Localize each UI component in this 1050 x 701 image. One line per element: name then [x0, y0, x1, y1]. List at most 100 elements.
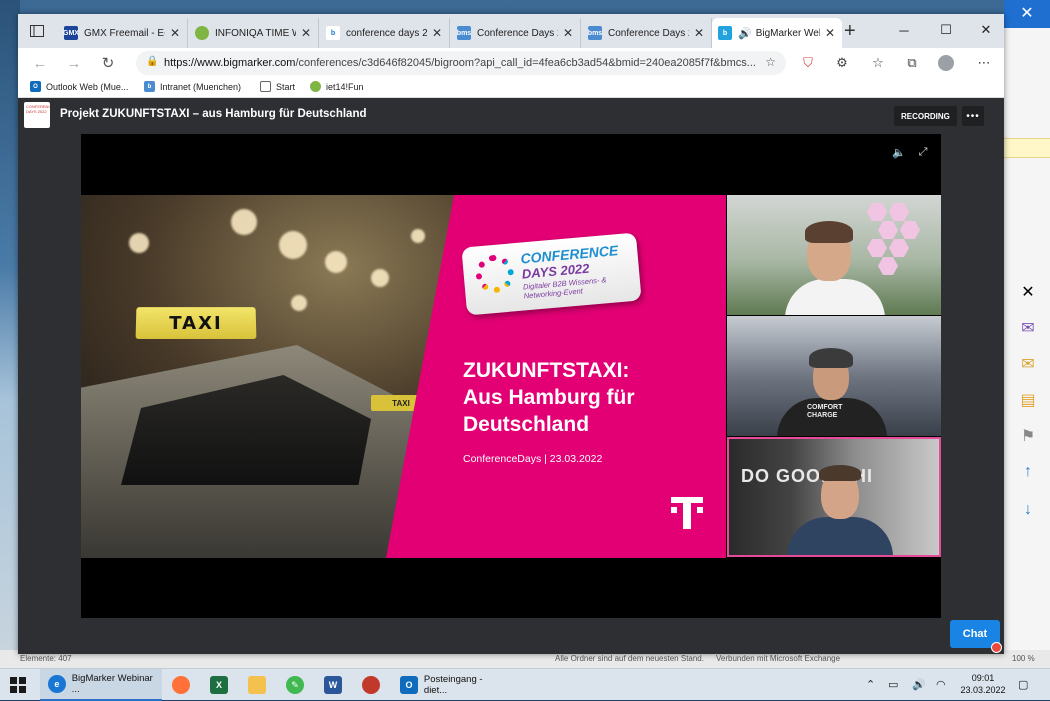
camera-tile-1[interactable]	[727, 195, 941, 315]
tab-actions-icon[interactable]	[24, 21, 50, 41]
arrow-down-icon[interactable]: ↓	[1018, 500, 1038, 520]
tray-chevron-icon[interactable]: ⌃	[866, 678, 875, 691]
lock-icon[interactable]: 🔒	[146, 56, 158, 67]
url-host: https://www.bigmarker.com	[164, 57, 296, 69]
light-bokeh	[291, 295, 307, 311]
speaker-hair	[805, 221, 853, 243]
wifi-icon[interactable]: ◠	[936, 678, 946, 691]
desktop-edge	[0, 0, 20, 668]
bookmark-label: iet14!Fun	[326, 81, 364, 92]
new-tab-button[interactable]: +	[844, 20, 856, 43]
taskbar-word[interactable]: W	[316, 669, 348, 701]
extensions-icon[interactable]: ⚙	[832, 54, 852, 72]
light-bokeh	[411, 229, 425, 243]
close-icon[interactable]: ✕	[1004, 0, 1050, 28]
webinar-title: Projekt ZUKUNFTSTAXI – aus Hamburg für D…	[60, 108, 367, 120]
outlook-window-fragment: ✕ ✕ ✉ ✉ ▤ ⚑ ↑ ↓	[1004, 0, 1050, 668]
taskbar-outlook[interactable]: O Posteingang - diet...	[392, 669, 508, 701]
taskbar-app-label: Posteingang - diet...	[423, 674, 483, 696]
collections-icon[interactable]: ⧉	[902, 54, 922, 72]
favorites-icon[interactable]: ☆	[868, 54, 888, 72]
envelope-icon[interactable]: ✉	[1018, 354, 1038, 374]
shield-icon[interactable]: ⛉	[798, 54, 818, 72]
bookmark-iet14[interactable]: iet14!Fun	[310, 81, 364, 92]
address-bar[interactable]: 🔒 https://www.bigmarker.com/conferences/…	[136, 51, 786, 75]
close-tab-icon[interactable]: ✕	[824, 26, 836, 40]
status-connection: Verbunden mit Microsoft Exchange	[716, 654, 841, 663]
firefox-icon	[172, 676, 190, 694]
bookmark-outlook[interactable]: O Outlook Web (Mue...	[30, 81, 128, 92]
taskbar-edge-bigmarker[interactable]: e BigMarker Webinar ...	[40, 669, 162, 701]
taskbar-firefox[interactable]	[164, 669, 196, 701]
light-bokeh	[279, 231, 307, 259]
system-clock[interactable]: 09:01 23.03.2022	[958, 672, 1008, 696]
outlook-icon: O	[30, 81, 41, 92]
outlook-icon: O	[400, 676, 418, 694]
speaker-icon[interactable]: 🔊	[738, 27, 752, 40]
clock-date: 23.03.2022	[960, 685, 1006, 695]
battery-icon[interactable]: ▭	[888, 678, 898, 691]
back-icon[interactable]: ←	[28, 52, 52, 74]
more-options-button[interactable]: •••	[962, 106, 984, 126]
windows-taskbar: e BigMarker Webinar ... X ✎ W O Posteing…	[0, 668, 1050, 701]
tab-strip: GMX GMX Freemail - E-M ✕ INFONIQA TIME W…	[18, 14, 1004, 48]
forward-icon[interactable]: →	[62, 52, 86, 74]
taskbar-explorer[interactable]	[240, 669, 272, 701]
browser-window: GMX GMX Freemail - E-M ✕ INFONIQA TIME W…	[18, 14, 1004, 654]
headline-line1: ZUKUNFTSTAXI:	[463, 359, 630, 382]
tab-bing-search[interactable]: b conference days 20 ✕	[320, 18, 450, 48]
tab-title: Conference Days 20	[477, 27, 558, 39]
camera-tile-2[interactable]: COMFORT CHARGE	[727, 316, 941, 436]
taskbar-pen-app[interactable]: ✎	[278, 669, 310, 701]
notification-icon[interactable]: ▢	[1018, 678, 1028, 691]
windows-start-icon[interactable]	[10, 677, 26, 693]
taskbar-burn-app[interactable]	[354, 669, 386, 701]
webinar-header: CONFERENCE DAYS 2022 Projekt ZUKUNFTSTAX…	[18, 98, 1004, 134]
word-icon: W	[324, 676, 342, 694]
volume-tray-icon[interactable]: 🔊	[912, 678, 926, 691]
tab-conference-days-2[interactable]: bms Conference Days 20 ✕	[582, 18, 712, 48]
maximize-icon[interactable]: ☐	[926, 18, 966, 42]
more-menu-icon[interactable]: ⋯	[974, 54, 994, 72]
status-folders: Alle Ordner sind auf dem neuesten Stand.	[555, 654, 704, 663]
taskbar-excel[interactable]: X	[202, 669, 234, 701]
conference-icon: bms	[588, 26, 602, 40]
flag-icon[interactable]: ⚑	[1018, 426, 1038, 446]
tab-infoniqa[interactable]: INFONIQA TIME We ✕	[189, 18, 319, 48]
close-tab-icon[interactable]: ✕	[693, 26, 705, 40]
slide-subline: ConferenceDays | 23.03.2022	[463, 453, 603, 465]
tab-conference-days-1[interactable]: bms Conference Days 20 ✕	[451, 18, 581, 48]
bookmark-intranet[interactable]: b Intranet (Muenchen)	[144, 81, 241, 92]
profile-avatar-icon[interactable]	[936, 54, 956, 72]
refresh-icon[interactable]: ↻	[96, 52, 120, 74]
close-window-icon[interactable]: ✕	[966, 18, 1006, 42]
minimize-icon[interactable]: ─	[884, 18, 924, 42]
gmx-icon: GMX	[63, 26, 79, 40]
browser-toolbar: ← → ↻ 🔒 https://www.bigmarker.com/confer…	[18, 48, 1004, 78]
bookmark-start[interactable]: Start	[260, 81, 295, 92]
close-tab-icon[interactable]: ✕	[431, 26, 443, 40]
clock-time: 09:01	[971, 673, 995, 683]
conference-logo: CONFERENCE DAYS 2022	[24, 102, 50, 128]
fullscreen-icon[interactable]: ⤢	[915, 144, 931, 160]
volume-icon[interactable]: 🔈	[891, 144, 907, 160]
conference-icon: bms	[457, 26, 471, 40]
favorite-add-icon[interactable]: ☆	[765, 55, 776, 69]
delete-icon[interactable]: ✕	[1018, 282, 1038, 302]
camera-tile-3-active[interactable]: DO GOOD THI	[727, 437, 941, 557]
presentation-slide: TAXI TAXI CONFERENCE DAYS 2022 Digitaler…	[81, 195, 726, 558]
close-tab-icon[interactable]: ✕	[169, 26, 181, 40]
chat-notification-badge	[991, 642, 1002, 653]
folder-move-icon[interactable]: ▤	[1018, 390, 1038, 410]
close-tab-icon[interactable]: ✕	[300, 26, 312, 40]
arrow-up-icon[interactable]: ↑	[1018, 462, 1038, 482]
mail-open-icon[interactable]: ✉	[1018, 318, 1038, 338]
logo-ring-icon	[474, 253, 516, 295]
tab-gmx[interactable]: GMX GMX Freemail - E-M ✕	[58, 18, 188, 48]
close-tab-icon[interactable]: ✕	[562, 26, 574, 40]
headset	[809, 348, 853, 368]
bookmark-label: Intranet (Muenchen)	[160, 81, 242, 92]
tab-bigmarker[interactable]: b 🔊 BigMarker Web ✕	[712, 18, 842, 48]
headline-line2: Aus Hamburg für	[463, 386, 635, 409]
explorer-icon	[248, 676, 266, 694]
